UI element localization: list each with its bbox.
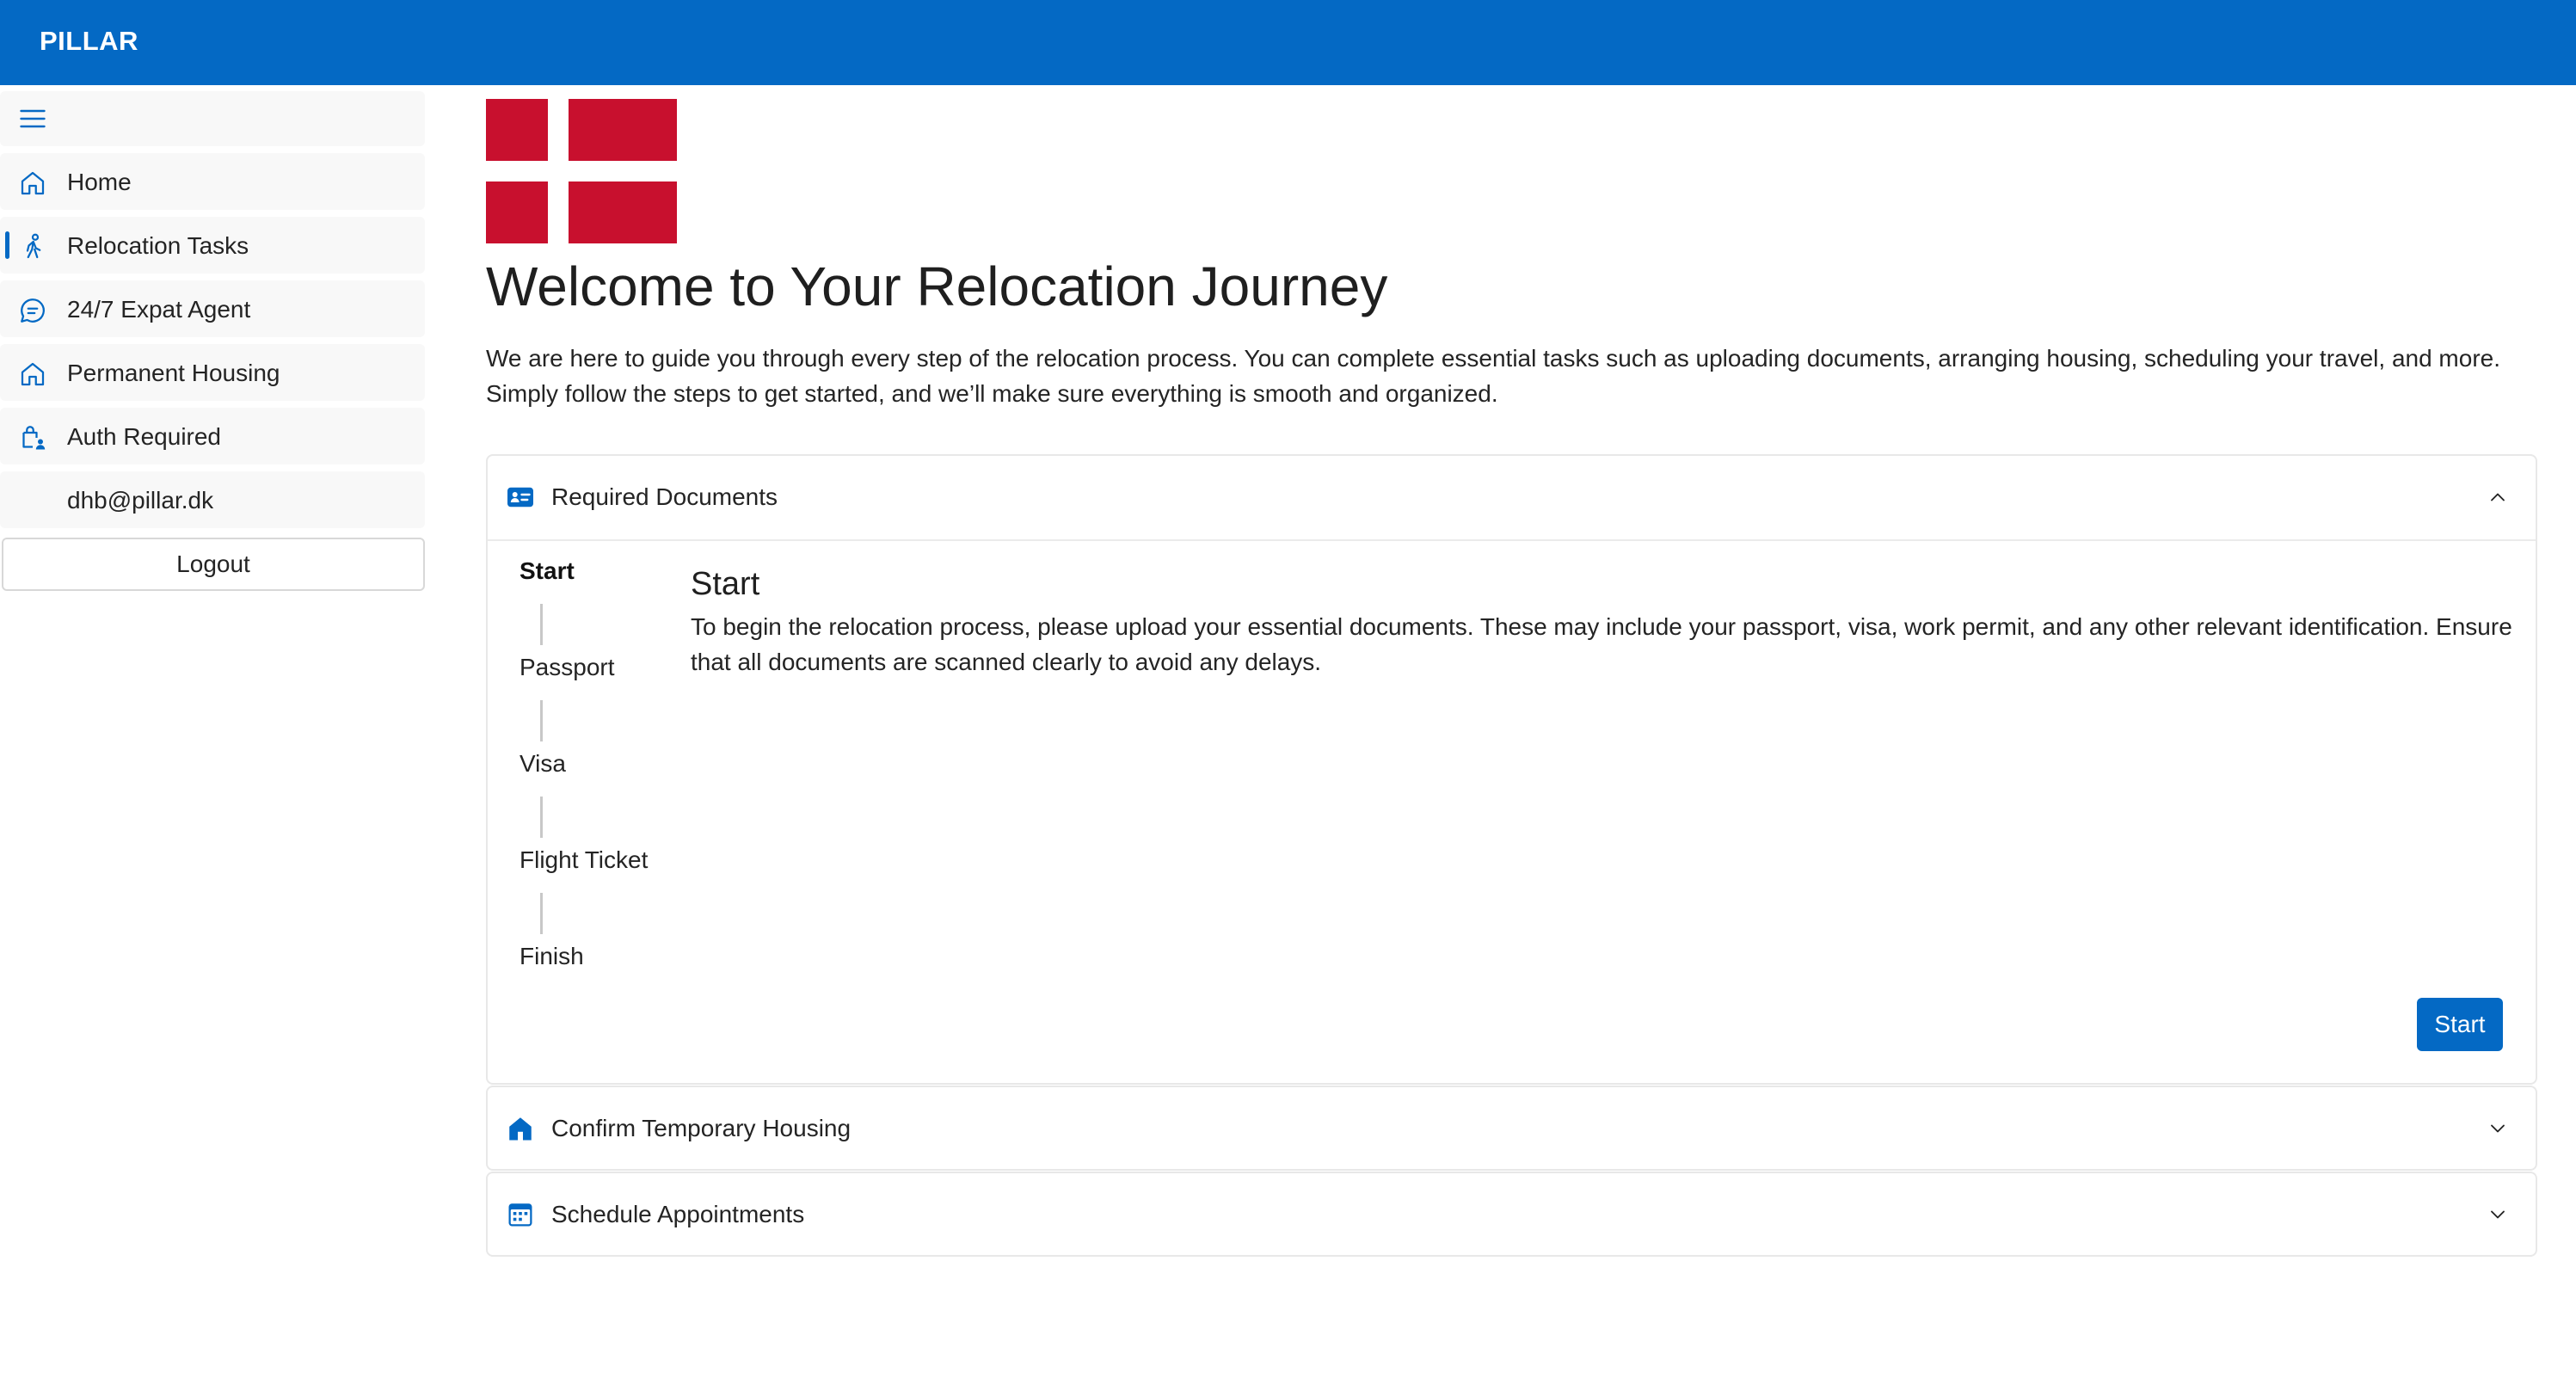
step-content-text: To begin the relocation process, please … [691,613,2512,675]
home-filled-icon [505,1113,536,1144]
accordion-header[interactable]: Schedule Appointments [488,1173,2536,1257]
accordion-header[interactable]: Confirm Temporary Housing [488,1087,2536,1171]
step-flight-ticket[interactable]: Flight Ticket [520,846,648,874]
calendar-icon [505,1199,536,1230]
step-connector [540,700,543,741]
step-connector [540,893,543,934]
divider [488,539,2536,541]
step-connector [540,797,543,838]
sidebar-item-label: Home [67,169,132,195]
accordion-schedule-appointments: Schedule Appointments [486,1172,2537,1257]
user-email: dhb@pillar.dk [67,487,214,514]
sidebar-item-auth-required[interactable]: Auth Required [0,408,425,464]
house-icon [17,359,48,390]
sidebar-item-label: Permanent Housing [67,360,280,386]
denmark-flag [486,99,677,243]
person-walking-icon [17,231,48,262]
accordion-confirm-temporary-housing: Confirm Temporary Housing [486,1086,2537,1171]
start-button[interactable]: Start [2417,998,2503,1051]
step-passport[interactable]: Passport [520,654,615,681]
page-title: Welcome to Your Relocation Journey [486,255,1388,317]
brand-logo[interactable]: PILLAR [40,26,138,57]
active-indicator [5,231,9,259]
chevron-down-icon[interactable] [2486,1203,2510,1227]
sidebar-item-label: 24/7 Expat Agent [67,296,251,323]
lock-person-icon [17,422,48,453]
accordion-required-documents: Required Documents Start Passport Visa F… [486,454,2537,1085]
step-content-title: Start [691,566,760,602]
hamburger-icon[interactable] [17,103,48,134]
chevron-down-icon[interactable] [2486,1117,2510,1141]
step-start[interactable]: Start [520,557,575,585]
sidebar-item-expat-agent[interactable]: 24/7 Expat Agent [0,280,425,337]
sidebar-item-user-email[interactable]: dhb@pillar.dk [0,471,425,528]
top-app-bar: PILLAR [0,0,2576,85]
sidebar-item-home[interactable]: Home [0,153,425,210]
accordion-header[interactable]: Required Documents [488,456,2536,539]
chevron-up-icon[interactable] [2486,485,2510,509]
home-icon [17,168,48,199]
hamburger-menu-button[interactable] [0,91,425,146]
accordion-title: Schedule Appointments [551,1201,805,1227]
sidebar-item-permanent-housing[interactable]: Permanent Housing [0,344,425,401]
step-finish[interactable]: Finish [520,943,584,970]
intro-text: We are here to guide you through every s… [486,345,2501,407]
step-visa[interactable]: Visa [520,750,566,778]
chat-icon [17,295,48,326]
sidebar-nav: Home Relocation Tasks 24/7 Expat Agent P… [0,91,425,591]
step-connector [540,604,543,645]
accordion-title: Required Documents [551,483,778,510]
accordion-title: Confirm Temporary Housing [551,1115,851,1141]
id-card-icon [505,482,536,513]
logout-button[interactable]: Logout [2,538,425,591]
sidebar-item-label: Relocation Tasks [67,232,249,259]
sidebar-item-relocation-tasks[interactable]: Relocation Tasks [0,217,425,274]
sidebar-item-label: Auth Required [67,423,222,450]
